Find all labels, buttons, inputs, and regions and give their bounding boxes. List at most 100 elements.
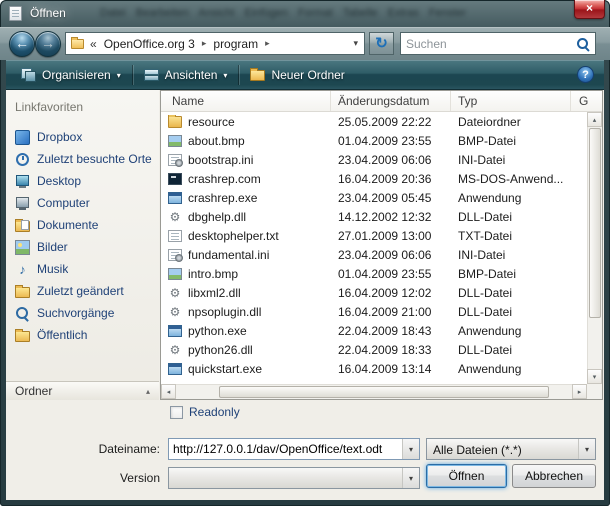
file-date: 16.04.2009 21:00 [331,305,451,319]
readonly-row: Readonly [170,405,240,419]
help-button[interactable]: ? [577,66,594,83]
file-type: TXT-Datei [451,229,565,243]
file-row[interactable]: desktophelper.txt27.01.2009 13:00TXT-Dat… [161,226,587,245]
titlebar: Öffnen Datei Bearbeiten Ansicht Einfügen… [0,0,610,27]
file-row[interactable]: ⚙npsoplugin.dll16.04.2009 21:00DLL-Datei [161,302,587,321]
file-row[interactable]: ⚙dbghelp.dll14.12.2002 12:32DLL-Datei [161,207,587,226]
file-row[interactable]: quickstart.exe16.04.2009 13:14Anwendung [161,359,587,378]
back-button[interactable]: ← [9,31,35,57]
sidebar-item-searches[interactable]: Suchvorgänge [6,302,159,324]
file-row[interactable]: python.exe22.04.2009 18:43Anwendung [161,321,587,340]
file-name-cell: resource [161,115,331,129]
filetype-select[interactable]: Alle Dateien (*.*) ▾ [426,438,596,460]
file-type: MS-DOS-Anwend... [451,172,565,186]
scroll-left-icon[interactable]: ◂ [161,384,176,399]
file-date: 23.04.2009 06:06 [331,153,451,167]
folders-bar[interactable]: Ordner ▴ [6,381,159,400]
new-folder-icon [250,70,265,81]
version-select[interactable]: ▾ [168,467,420,489]
file-row[interactable]: ⚙libxml2.dll16.04.2009 12:02DLL-Datei [161,283,587,302]
breadcrumb-overflow-chevrons[interactable]: « [90,37,97,51]
forward-button[interactable]: → [35,31,61,57]
readonly-label[interactable]: Readonly [189,405,240,419]
pictures-icon [15,240,30,255]
file-row[interactable]: about.bmp01.04.2009 23:55BMP-Datei [161,131,587,150]
favorites-header: Linkfavoriten [6,90,159,114]
file-name-cell: ⚙dbghelp.dll [161,210,331,224]
column-header-date[interactable]: Änderungsdatum [331,91,451,111]
version-dropdown-button[interactable]: ▾ [402,468,419,488]
scroll-up-icon[interactable]: ▴ [587,112,602,127]
new-folder-button[interactable]: Neuer Ordner [241,63,353,87]
horizontal-scroll-thumb[interactable] [219,386,549,398]
scroll-right-icon[interactable]: ▸ [572,384,587,399]
sidebar-item-desktop[interactable]: Desktop [6,170,159,192]
file-row[interactable]: crashrep.exe23.04.2009 05:45Anwendung [161,188,587,207]
vertical-scroll-thumb[interactable] [589,128,601,318]
sidebar-item-documents[interactable]: Dokumente [6,214,159,236]
filename-combo[interactable]: ▾ [168,438,420,460]
sidebar-item-public[interactable]: Öffentlich [6,324,159,346]
sidebar-item-label: Computer [37,196,90,210]
file-row[interactable]: ⚙python26.dll22.04.2009 18:33DLL-Datei [161,340,587,359]
file-row[interactable]: bootstrap.ini23.04.2009 06:06INI-Datei [161,150,587,169]
app-file-icon [168,325,182,337]
file-date: 16.04.2009 20:36 [331,172,451,186]
file-date: 01.04.2009 23:55 [331,267,451,281]
file-row[interactable]: intro.bmp01.04.2009 23:55BMP-Datei [161,264,587,283]
file-row[interactable]: resource25.05.2009 22:22Dateiordner [161,112,587,131]
filename-dropdown-button[interactable]: ▾ [402,439,419,459]
sidebar-item-label: Bilder [37,240,68,254]
filetype-dropdown-button[interactable]: ▾ [578,439,595,459]
file-name: libxml2.dll [188,286,241,300]
sidebar-item-dropbox[interactable]: Dropbox [6,126,159,148]
close-icon: × [586,1,593,15]
refresh-icon: ↻ [375,35,388,52]
views-button[interactable]: Ansichten ▾ [135,63,237,87]
column-header-size[interactable]: G [571,91,602,111]
cancel-button[interactable]: Abbrechen [512,464,596,488]
search-box[interactable] [400,32,596,55]
close-button[interactable]: × [574,0,605,19]
search-input[interactable] [401,37,575,51]
breadcrumb-item-program[interactable]: program [208,37,263,51]
scroll-down-icon[interactable]: ▾ [587,369,602,384]
breadcrumb-separator-icon[interactable]: ▸ [200,38,209,49]
refresh-button[interactable]: ↻ [369,32,394,55]
folder-file-icon [168,116,182,128]
address-dropdown-icon[interactable]: ▾ [347,38,364,49]
sidebar-item-pictures[interactable]: Bilder [6,236,159,258]
sidebar-item-label: Dropbox [37,130,82,144]
toolbar-separator [238,65,239,85]
open-button[interactable]: Öffnen [426,464,507,488]
image-file-icon [168,268,182,280]
version-label: Version [64,471,160,485]
sidebar-item-label: Desktop [37,174,81,188]
filename-input[interactable] [169,439,402,459]
organize-button[interactable]: Organisieren ▾ [12,63,130,87]
address-breadcrumb[interactable]: « OpenOffice.org 3 ▸ program ▸ ▾ [65,32,365,55]
column-header-type[interactable]: Typ [451,91,571,111]
back-arrow-icon: ← [15,35,29,51]
documents-icon [15,221,30,232]
file-name-cell: ⚙libxml2.dll [161,286,331,300]
horizontal-scrollbar[interactable]: ◂ ▸ [161,384,587,399]
search-icon[interactable] [575,36,591,52]
sidebar-item-recent[interactable]: Zuletzt besuchte Orte [6,148,159,170]
file-name: resource [188,115,235,129]
file-date: 01.04.2009 23:55 [331,134,451,148]
sidebar-item-changed[interactable]: Zuletzt geändert [6,280,159,302]
file-row[interactable]: fundamental.ini23.04.2009 06:06INI-Datei [161,245,587,264]
file-name: about.bmp [188,134,245,148]
column-header-name[interactable]: Name [161,91,331,111]
sidebar-item-music[interactable]: ♪Musik [6,258,159,280]
vertical-scrollbar[interactable]: ▴ ▾ [587,112,602,384]
breadcrumb-separator-icon[interactable]: ▸ [263,38,272,49]
file-row[interactable]: crashrep.com16.04.2009 20:36MS-DOS-Anwen… [161,169,587,188]
breadcrumb-item-openoffice[interactable]: OpenOffice.org 3 [99,37,200,51]
sidebar-item-computer[interactable]: Computer [6,192,159,214]
readonly-checkbox[interactable] [170,406,183,419]
dll-file-icon: ⚙ [168,306,182,318]
sidebar-item-label: Zuletzt geändert [37,284,124,298]
file-type: INI-Datei [451,153,565,167]
